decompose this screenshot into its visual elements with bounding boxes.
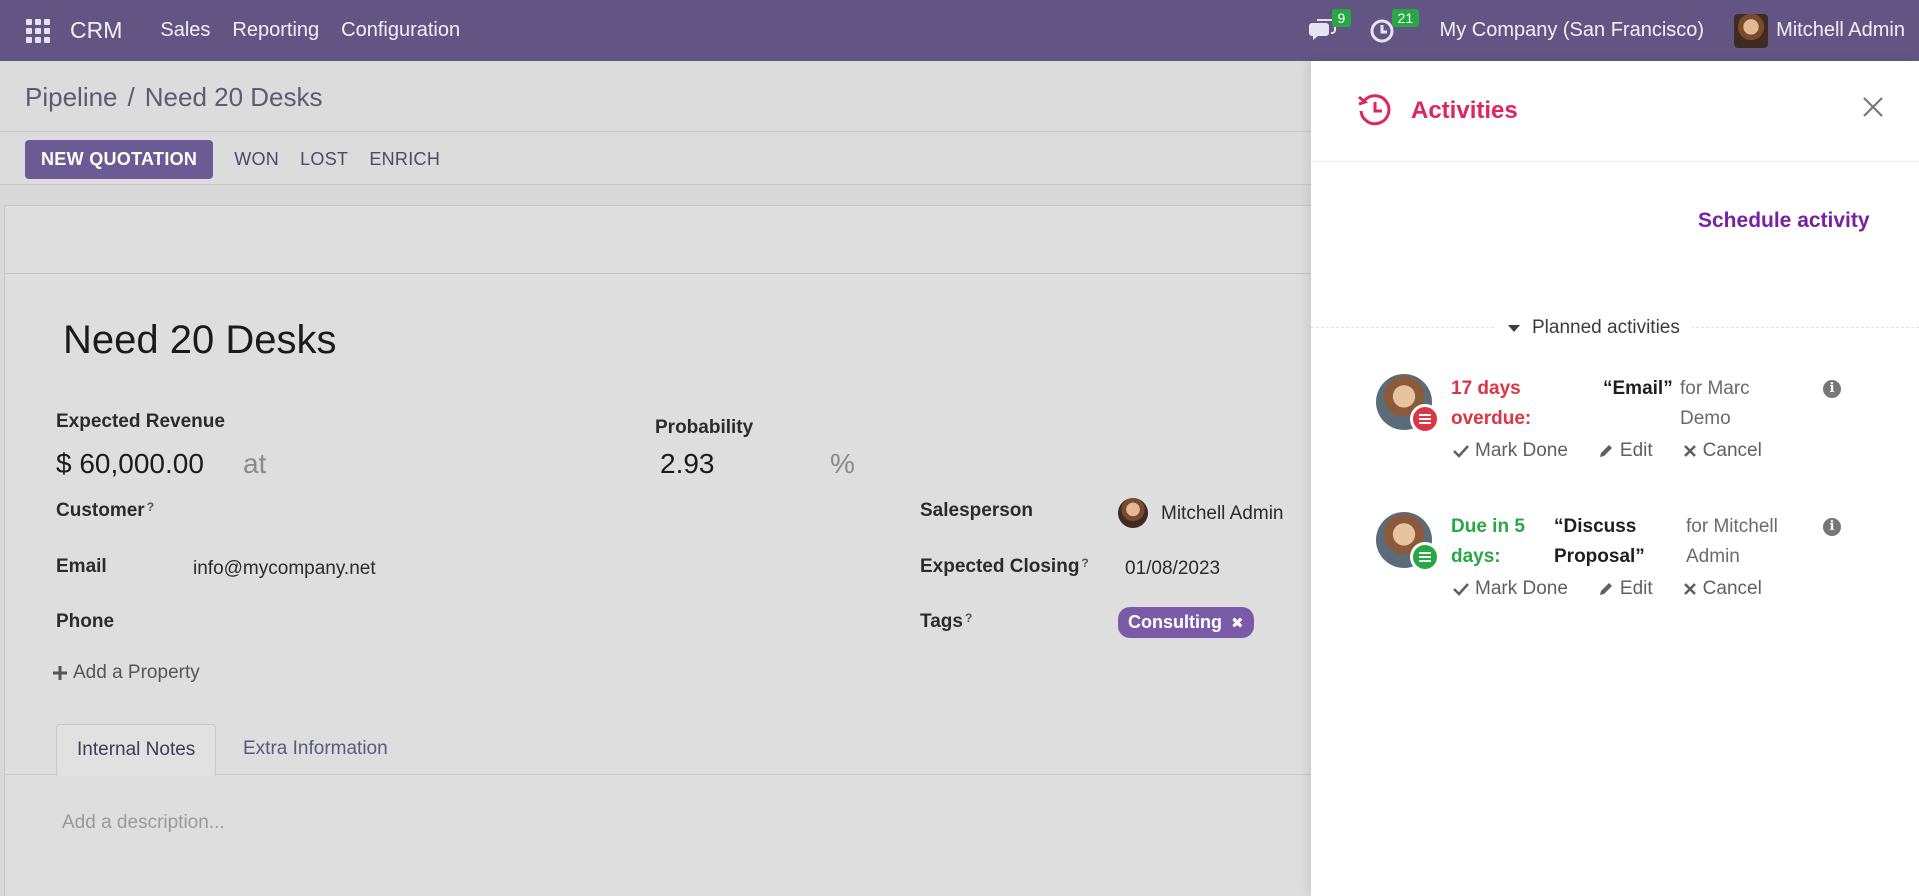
check-icon	[1453, 445, 1469, 458]
planned-activities-toggle[interactable]: Planned activities	[1496, 317, 1692, 339]
expected-revenue-label: Expected Revenue	[56, 411, 225, 432]
email-label: Email	[56, 556, 107, 577]
x-icon	[1683, 583, 1696, 595]
form-sheet: Need 20 Desks Expected Revenue $ 60,000.…	[4, 205, 1345, 896]
meeting-type-icon	[1410, 542, 1440, 572]
breadcrumb: Pipeline / Need 20 Desks	[25, 82, 323, 113]
cancel-button[interactable]: Cancel	[1683, 440, 1762, 462]
history-icon	[1358, 94, 1391, 126]
percent-sign: %	[830, 448, 855, 479]
activities-button[interactable]: 21	[1368, 8, 1420, 45]
menu-item-sales[interactable]: Sales	[160, 19, 210, 42]
panel-header: Activities	[1311, 61, 1919, 162]
salesperson-label: Salesperson	[920, 500, 1033, 521]
breadcrumb-current: Need 20 Desks	[144, 82, 323, 112]
messages-count-badge: 9	[1331, 8, 1352, 27]
app-name[interactable]: CRM	[70, 17, 122, 44]
user-name: Mitchell Admin	[1776, 19, 1905, 41]
status-bar	[5, 206, 1345, 274]
main-menu: Sales Reporting Configuration	[138, 19, 460, 42]
mark-done-button[interactable]: Mark Done	[1453, 578, 1568, 600]
breadcrumb-pipeline[interactable]: Pipeline	[25, 82, 118, 112]
at-label: at	[243, 448, 267, 479]
lost-button[interactable]: LOST	[300, 149, 348, 170]
top-navbar: CRM Sales Reporting Configuration 9 21 M…	[0, 0, 1919, 61]
menu-item-reporting[interactable]: Reporting	[232, 19, 319, 42]
probability-label: Probability	[655, 417, 754, 438]
edit-button[interactable]: Edit	[1598, 578, 1653, 600]
panel-title: Activities	[1411, 97, 1518, 124]
phone-label: Phone	[56, 611, 115, 632]
activity-assignee: for Mitchell Admin	[1686, 516, 1778, 567]
customer-label: Customer?	[56, 500, 155, 521]
pencil-icon	[1599, 583, 1612, 595]
user-menu[interactable]: Mitchell Admin	[1734, 13, 1905, 48]
messages-button[interactable]: 9	[1308, 8, 1352, 45]
menu-item-configuration[interactable]: Configuration	[341, 19, 460, 42]
notebook-tabs: Internal Notes Extra Information	[5, 724, 1345, 776]
company-switcher[interactable]: My Company (San Francisco)	[1440, 19, 1705, 42]
activity-due: Due in 5 days:	[1451, 516, 1525, 567]
activities-panel: Activities Schedule activity Planned act…	[1311, 61, 1919, 896]
user-avatar	[1734, 13, 1769, 48]
tag-consulting[interactable]: Consulting ✖	[1118, 607, 1254, 638]
add-property-button[interactable]: Add a Property	[53, 662, 200, 684]
expected-closing-label: Expected Closing?	[920, 556, 1089, 577]
expected-closing-field[interactable]: 01/08/2023	[1125, 558, 1220, 580]
tags-label: Tags?	[920, 611, 973, 632]
breadcrumb-separator: /	[127, 82, 135, 112]
expected-revenue-field[interactable]: $ 60,000.00	[56, 448, 204, 480]
cancel-button[interactable]: Cancel	[1683, 578, 1762, 600]
enrich-button[interactable]: ENRICH	[369, 149, 440, 170]
activities-count-badge: 21	[1391, 8, 1420, 27]
tag-remove-icon[interactable]: ✖	[1231, 615, 1244, 632]
activity-due: 17 days overdue:	[1451, 378, 1532, 429]
email-field[interactable]: info@mycompany.net	[193, 558, 376, 580]
edit-button[interactable]: Edit	[1598, 440, 1653, 462]
activity-summary: “Email”	[1603, 378, 1673, 399]
plus-icon	[53, 666, 67, 680]
info-icon[interactable]: i	[1823, 518, 1841, 536]
caret-down-icon	[1508, 324, 1520, 332]
salesperson-field[interactable]: Mitchell Admin	[1161, 503, 1284, 525]
lead-title[interactable]: Need 20 Desks	[63, 318, 336, 363]
probability-field[interactable]: 2.93	[660, 448, 715, 480]
tab-extra-information[interactable]: Extra Information	[223, 724, 408, 776]
close-icon[interactable]	[1861, 95, 1885, 119]
description-field[interactable]: Add a description...	[62, 812, 225, 834]
activity-actions: Mark Done Edit Cancel	[1453, 578, 1792, 600]
app-menu-icon[interactable]	[26, 18, 50, 43]
tab-internal-notes[interactable]: Internal Notes	[56, 724, 217, 776]
x-icon	[1683, 445, 1696, 457]
won-button[interactable]: WON	[234, 149, 279, 170]
schedule-activity-button[interactable]: Schedule activity	[1698, 209, 1870, 233]
info-icon[interactable]: i	[1823, 380, 1841, 398]
salesperson-avatar	[1118, 498, 1148, 528]
email-type-icon	[1410, 404, 1440, 434]
activity-assignee: for Marc Demo	[1680, 378, 1750, 429]
check-icon	[1453, 583, 1469, 596]
activity-summary: “Discuss Proposal”	[1554, 516, 1645, 567]
mark-done-button[interactable]: Mark Done	[1453, 440, 1568, 462]
activity-actions: Mark Done Edit Cancel	[1453, 440, 1792, 462]
pencil-icon	[1599, 445, 1612, 457]
new-quotation-button[interactable]: NEW QUOTATION	[25, 140, 214, 179]
